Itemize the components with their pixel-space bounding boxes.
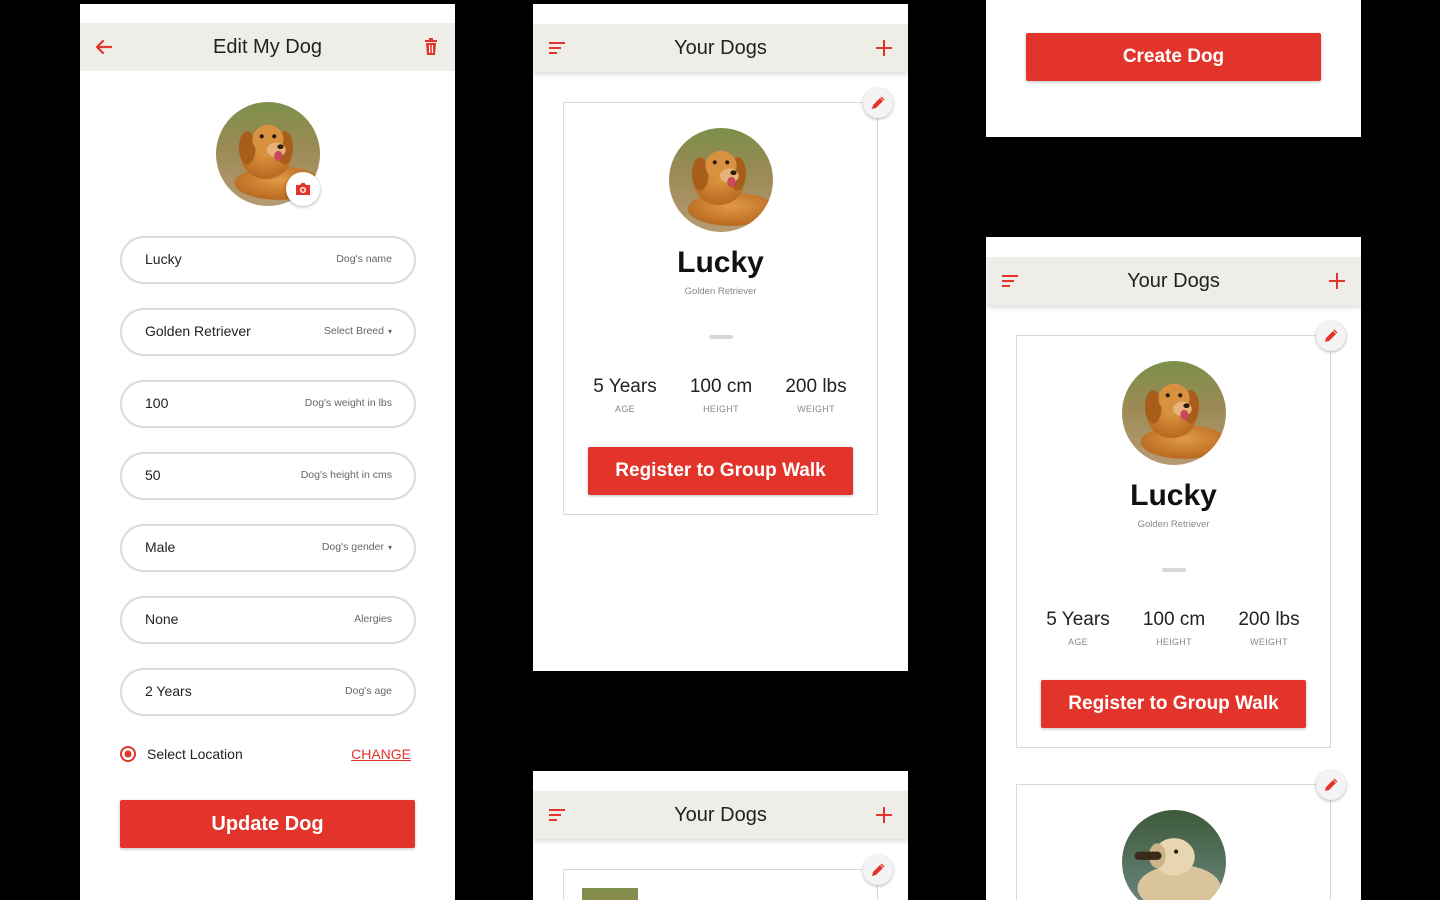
page-title: Your Dogs	[1127, 270, 1220, 292]
register-group-walk-button[interactable]: Register to Group Walk	[588, 447, 853, 495]
your-dogs-screen-scrolled: Your Dogs Lucky Golden Retriever 5 Years…	[986, 237, 1361, 900]
edit-dog-button[interactable]	[1316, 770, 1346, 800]
page-title: Your Dogs	[674, 804, 767, 826]
plus-icon[interactable]	[874, 38, 894, 58]
field-placeholder: Dog's gender ▾	[322, 541, 392, 553]
form-field[interactable]: 2 Years Dog's age	[120, 668, 416, 716]
pencil-icon	[872, 863, 885, 876]
location-label: Select Location	[147, 746, 243, 762]
field-value: Male	[145, 539, 176, 555]
form-field[interactable]: Male Dog's gender ▾	[120, 524, 416, 572]
dog-name: Lucky	[1130, 479, 1217, 512]
pencil-icon	[1325, 329, 1338, 342]
field-placeholder: Dog's age	[345, 685, 392, 697]
field-placeholder-text: Dog's name	[336, 253, 392, 265]
form-field[interactable]: None Alergies	[120, 596, 416, 644]
form-field[interactable]: 50 Dog's height in cms	[120, 452, 416, 500]
field-placeholder-text: Dog's age	[345, 685, 392, 697]
plus-icon[interactable]	[874, 805, 894, 825]
dog-avatar	[669, 128, 773, 232]
dog-card[interactable]	[563, 869, 878, 900]
field-placeholder: Alergies	[354, 613, 392, 625]
field-value: None	[145, 611, 179, 627]
edit-dog-button[interactable]	[863, 88, 893, 118]
form-field[interactable]: 100 Dog's weight in lbs	[120, 380, 416, 428]
field-placeholder-text: Select Breed	[323, 325, 384, 337]
trash-icon[interactable]	[421, 37, 441, 57]
edit-appbar: Edit My Dog	[80, 23, 455, 71]
camera-button[interactable]	[286, 172, 320, 206]
field-placeholder: Select Breed ▾	[324, 325, 392, 337]
field-placeholder-text: Alergies	[354, 613, 392, 625]
dogs-appbar: Your Dogs	[533, 24, 908, 72]
page-title: Edit My Dog	[213, 36, 322, 58]
dog-avatar	[1122, 361, 1226, 465]
stat-age: 5 Years AGE	[1046, 609, 1110, 647]
page-title: Your Dogs	[674, 37, 767, 59]
dog-card[interactable]: Lucky Golden Retriever 5 Years AGE 100 cm…	[1016, 335, 1331, 748]
plus-icon[interactable]	[1327, 271, 1347, 291]
update-dog-button[interactable]: Update Dog	[120, 800, 415, 848]
divider	[1162, 568, 1186, 572]
field-value: 2 Years	[145, 683, 192, 699]
dogs-appbar: Your Dogs	[986, 257, 1361, 305]
create-dog-button[interactable]: Create Dog	[1026, 33, 1321, 81]
stat-height: 100 cm HEIGHT	[1142, 609, 1206, 647]
stat-weight: 200 lbs WEIGHT	[1238, 609, 1300, 647]
field-value: Lucky	[145, 251, 182, 267]
dog-breed: Golden Retriever	[684, 286, 757, 297]
field-placeholder-text: Dog's height in cms	[300, 469, 392, 481]
field-value: 50	[145, 467, 161, 483]
dropdown-caret-icon: ▾	[387, 327, 392, 336]
stat-weight: 200 lbs WEIGHT	[785, 376, 847, 414]
form-field[interactable]: Golden Retriever Select Breed ▾	[120, 308, 416, 356]
field-placeholder: Dog's weight in lbs	[305, 397, 392, 409]
dog-card-second[interactable]	[1016, 784, 1331, 900]
field-value: Golden Retriever	[145, 323, 251, 339]
field-placeholder-text: Dog's gender	[321, 541, 384, 553]
dog-name: Lucky	[677, 246, 764, 279]
divider	[709, 335, 733, 339]
dog-thumbnail	[582, 888, 638, 900]
dog-avatar	[1122, 810, 1226, 900]
field-placeholder-text: Dog's weight in lbs	[304, 397, 392, 409]
stat-height: 100 cm HEIGHT	[689, 376, 753, 414]
pencil-icon	[1325, 778, 1338, 791]
edit-dog-button[interactable]	[863, 855, 893, 885]
dog-card[interactable]: Lucky Golden Retriever 5 Years AGE 100 cm…	[563, 102, 878, 515]
camera-icon	[296, 183, 310, 195]
dogs-appbar: Your Dogs	[533, 791, 908, 839]
pencil-icon	[872, 96, 885, 109]
your-dogs-screen: Your Dogs Lucky Golden Retriever 5 Years…	[533, 4, 908, 671]
form-field[interactable]: Lucky Dog's name	[120, 236, 416, 284]
field-value: 100	[145, 395, 169, 411]
create-dog-screen: Create Dog	[986, 0, 1361, 137]
change-location-link[interactable]: CHANGE	[351, 746, 411, 762]
register-group-walk-button[interactable]: Register to Group Walk	[1041, 680, 1306, 728]
field-placeholder: Dog's name	[336, 253, 392, 265]
your-dogs-screen-partial: Your Dogs	[533, 771, 908, 900]
dropdown-caret-icon: ▾	[387, 543, 392, 552]
dog-breed: Golden Retriever	[1137, 519, 1210, 530]
field-placeholder: Dog's height in cms	[301, 469, 392, 481]
edit-dog-button[interactable]	[1316, 321, 1346, 351]
radio-icon[interactable]	[120, 746, 136, 762]
stat-age: 5 Years AGE	[593, 376, 657, 414]
location-row: Select Location CHANGE	[120, 744, 412, 764]
edit-dog-screen: Edit My Dog Lucky Dog's name Golden Retrie…	[80, 4, 455, 900]
